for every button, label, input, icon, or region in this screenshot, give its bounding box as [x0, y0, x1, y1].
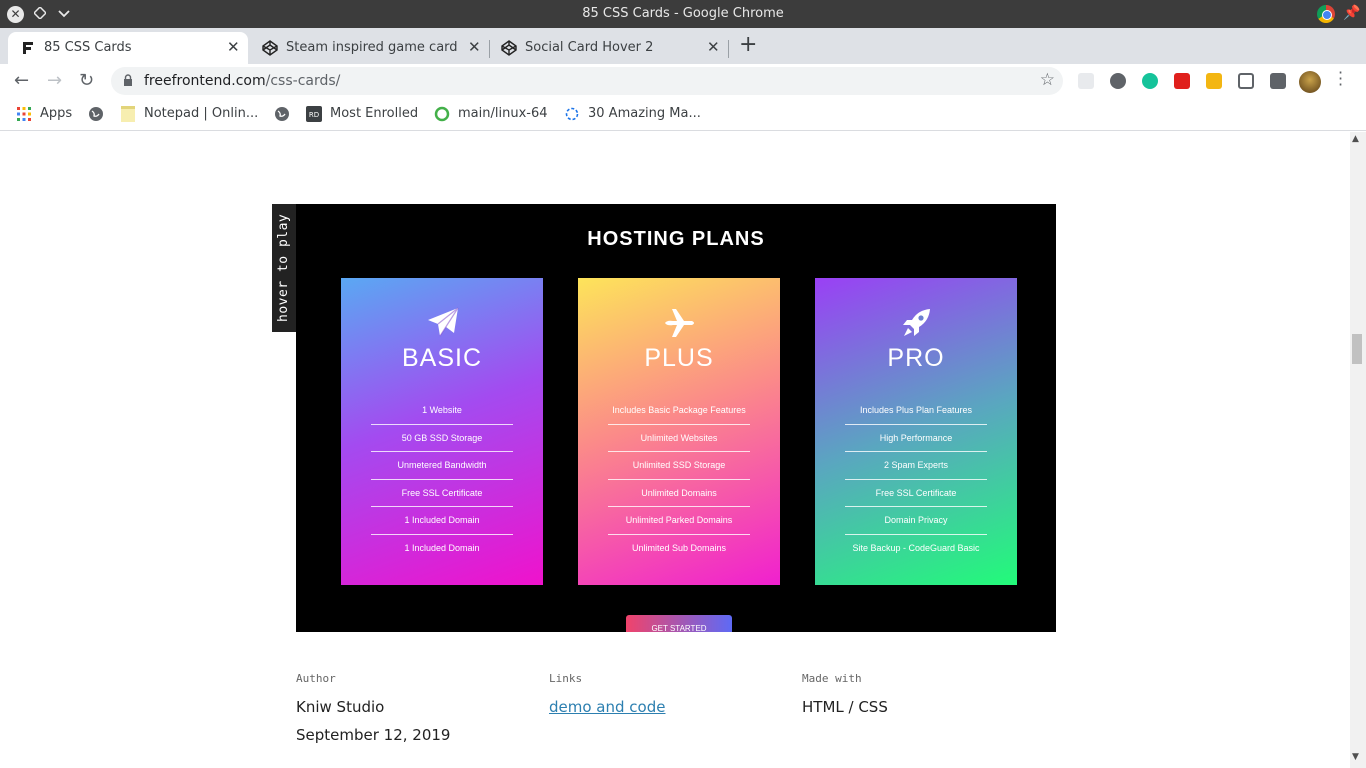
feature-item: Includes Basic Package Features — [608, 397, 750, 425]
feature-item: High Performance — [845, 425, 987, 452]
bookmark-star-icon[interactable]: ☆ — [1040, 70, 1055, 90]
vertical-scrollbar[interactable] — [1350, 132, 1366, 768]
preview-heading: HOSTING PLANS — [587, 228, 765, 250]
scrollbar-thumb[interactable] — [1352, 334, 1362, 364]
feature-item: Includes Plus Plan Features — [845, 397, 987, 425]
publish-date: September 12, 2019 — [296, 726, 451, 744]
address-bar[interactable]: freefrontend.com/css-cards/ ☆ — [111, 67, 1063, 95]
window-title-bar: ✕ 85 CSS Cards - Google Chrome 📌 — [0, 0, 1366, 28]
extension-yellow-icon[interactable] — [1206, 73, 1222, 89]
bookmark-most-enrolled[interactable]: Most Enrolled — [330, 106, 418, 121]
tab-label: Social Card Hover 2 — [525, 40, 654, 55]
pin-icon[interactable]: 📌 — [1343, 5, 1360, 21]
demo-and-code-link[interactable]: demo and code — [549, 698, 665, 716]
feature-item: 2 Spam Experts — [845, 452, 987, 480]
tab-social-card[interactable]: Social Card Hover 2 ✕ — [489, 32, 729, 64]
plan-name: PRO — [887, 344, 945, 372]
back-button[interactable]: ← — [14, 70, 29, 91]
svg-text:RD: RD — [309, 111, 319, 119]
plan-name: BASIC — [401, 344, 483, 372]
airplane-icon — [665, 309, 694, 337]
feature-list: Includes Basic Package Features Unlimite… — [608, 397, 750, 562]
profile-avatar[interactable] — [1299, 71, 1321, 93]
feature-item: Unlimited Websites — [608, 425, 750, 452]
close-tab-icon[interactable]: ✕ — [227, 38, 240, 56]
reload-button[interactable]: ↻ — [79, 70, 94, 91]
feature-item: Unmetered Bandwidth — [371, 452, 513, 480]
notepad-icon — [121, 106, 135, 122]
lock-icon[interactable] — [123, 74, 133, 86]
tab-separator — [728, 40, 729, 58]
tab-strip: 85 CSS Cards ✕ Steam inspired game card … — [0, 28, 1366, 64]
page-content: hover to play HOSTING PLANS BASIC 1 Webs… — [0, 132, 1350, 768]
grammarly-icon[interactable] — [1142, 73, 1158, 89]
scroll-up-arrow-icon[interactable]: ▲ — [1352, 134, 1359, 144]
tab-steam-card[interactable]: Steam inspired game card ✕ — [250, 32, 490, 64]
chrome-logo-icon — [1317, 5, 1335, 23]
card-preview[interactable]: HOSTING PLANS BASIC 1 Website 50 GB SSD … — [296, 204, 1056, 632]
feature-item: 1 Included Domain — [404, 542, 480, 553]
author-label: Author — [296, 672, 336, 685]
url-text[interactable]: freefrontend.com/css-cards/ — [144, 73, 340, 89]
bookmark-30-amazing[interactable]: 30 Amazing Ma... — [588, 106, 701, 121]
bookmark-apps[interactable]: Apps — [40, 106, 72, 121]
feature-item: Free SSL Certificate — [371, 480, 513, 507]
feature-list: Includes Plus Plan Features High Perform… — [845, 397, 987, 562]
extension-red-icon[interactable] — [1174, 73, 1190, 89]
globe-icon[interactable] — [274, 106, 290, 122]
author-name: Kniw Studio — [296, 698, 385, 716]
feature-item: 1 Included Domain — [371, 507, 513, 535]
links-label: Links — [549, 672, 583, 685]
rocket-icon — [903, 309, 930, 336]
feature-item: Unlimited Parked Domains — [608, 507, 750, 535]
scroll-down-arrow-icon[interactable]: ▼ — [1352, 752, 1359, 762]
anaconda-icon — [434, 106, 450, 122]
feature-list: 1 Website 50 GB SSD Storage Unmetered Ba… — [371, 397, 513, 562]
pricing-card-basic[interactable]: BASIC 1 Website 50 GB SSD Storage Unmete… — [341, 278, 543, 585]
hover-to-play-badge: hover to play — [272, 204, 296, 332]
globe-icon[interactable] — [88, 106, 104, 122]
freefrontend-favicon-icon — [23, 42, 33, 54]
bookmark-notepad[interactable]: Notepad | Onlin... — [144, 106, 258, 121]
close-tab-icon[interactable]: ✕ — [707, 38, 720, 56]
apps-grid-icon[interactable] — [16, 106, 32, 122]
feature-item: Free SSL Certificate — [845, 480, 987, 507]
extensions-puzzle-icon[interactable] — [1270, 73, 1286, 89]
bookmark-main-linux-64[interactable]: main/linux-64 — [458, 106, 548, 121]
codepen-icon — [501, 40, 517, 56]
feature-item: Unlimited Sub Domains — [631, 542, 727, 553]
browser-toolbar: ← → ↻ freefrontend.com/css-cards/ ☆ · · · — [0, 64, 1366, 98]
forward-button[interactable]: → — [47, 70, 62, 91]
extension-cart-icon[interactable] — [1238, 73, 1254, 89]
tab-label: Steam inspired game card — [286, 40, 458, 55]
rd-icon: RD — [306, 106, 322, 122]
feature-item: 1 Website — [371, 397, 513, 425]
codepen-icon — [262, 40, 278, 56]
paper-plane-icon — [428, 307, 459, 337]
tab-label: 85 CSS Cards — [44, 40, 132, 55]
feature-item: Site Backup - CodeGuard Basic — [852, 542, 980, 553]
extension-grid-icon[interactable] — [1078, 73, 1094, 89]
plan-name: PLUS — [644, 344, 714, 372]
pricing-card-plus[interactable]: PLUS Includes Basic Package Features Unl… — [578, 278, 780, 585]
window-title: 85 CSS Cards - Google Chrome — [582, 6, 784, 21]
made-with-value: HTML / CSS — [802, 698, 888, 716]
menu-kebab-icon[interactable]: · · · — [1338, 65, 1343, 93]
feature-item: Unlimited SSD Storage — [608, 452, 750, 480]
feature-item: 50 GB SSD Storage — [371, 425, 513, 452]
get-started-button[interactable]: GET STARTED — [626, 615, 732, 632]
extension-moon-icon[interactable] — [1110, 73, 1126, 89]
made-with-label: Made with — [802, 672, 862, 685]
feature-item: Unlimited Domains — [608, 480, 750, 507]
new-tab-button[interactable]: + — [739, 32, 757, 57]
bookmarks-bar: Apps Notepad | Onlin... RD Most Enrolled… — [0, 98, 1366, 131]
pricing-card-pro[interactable]: PRO Includes Plus Plan Features High Per… — [815, 278, 1017, 585]
loading-spinner-icon — [565, 107, 579, 121]
feature-item: Domain Privacy — [845, 507, 987, 535]
tab-85-css-cards[interactable]: 85 CSS Cards ✕ — [8, 32, 248, 64]
close-tab-icon[interactable]: ✕ — [468, 38, 481, 56]
